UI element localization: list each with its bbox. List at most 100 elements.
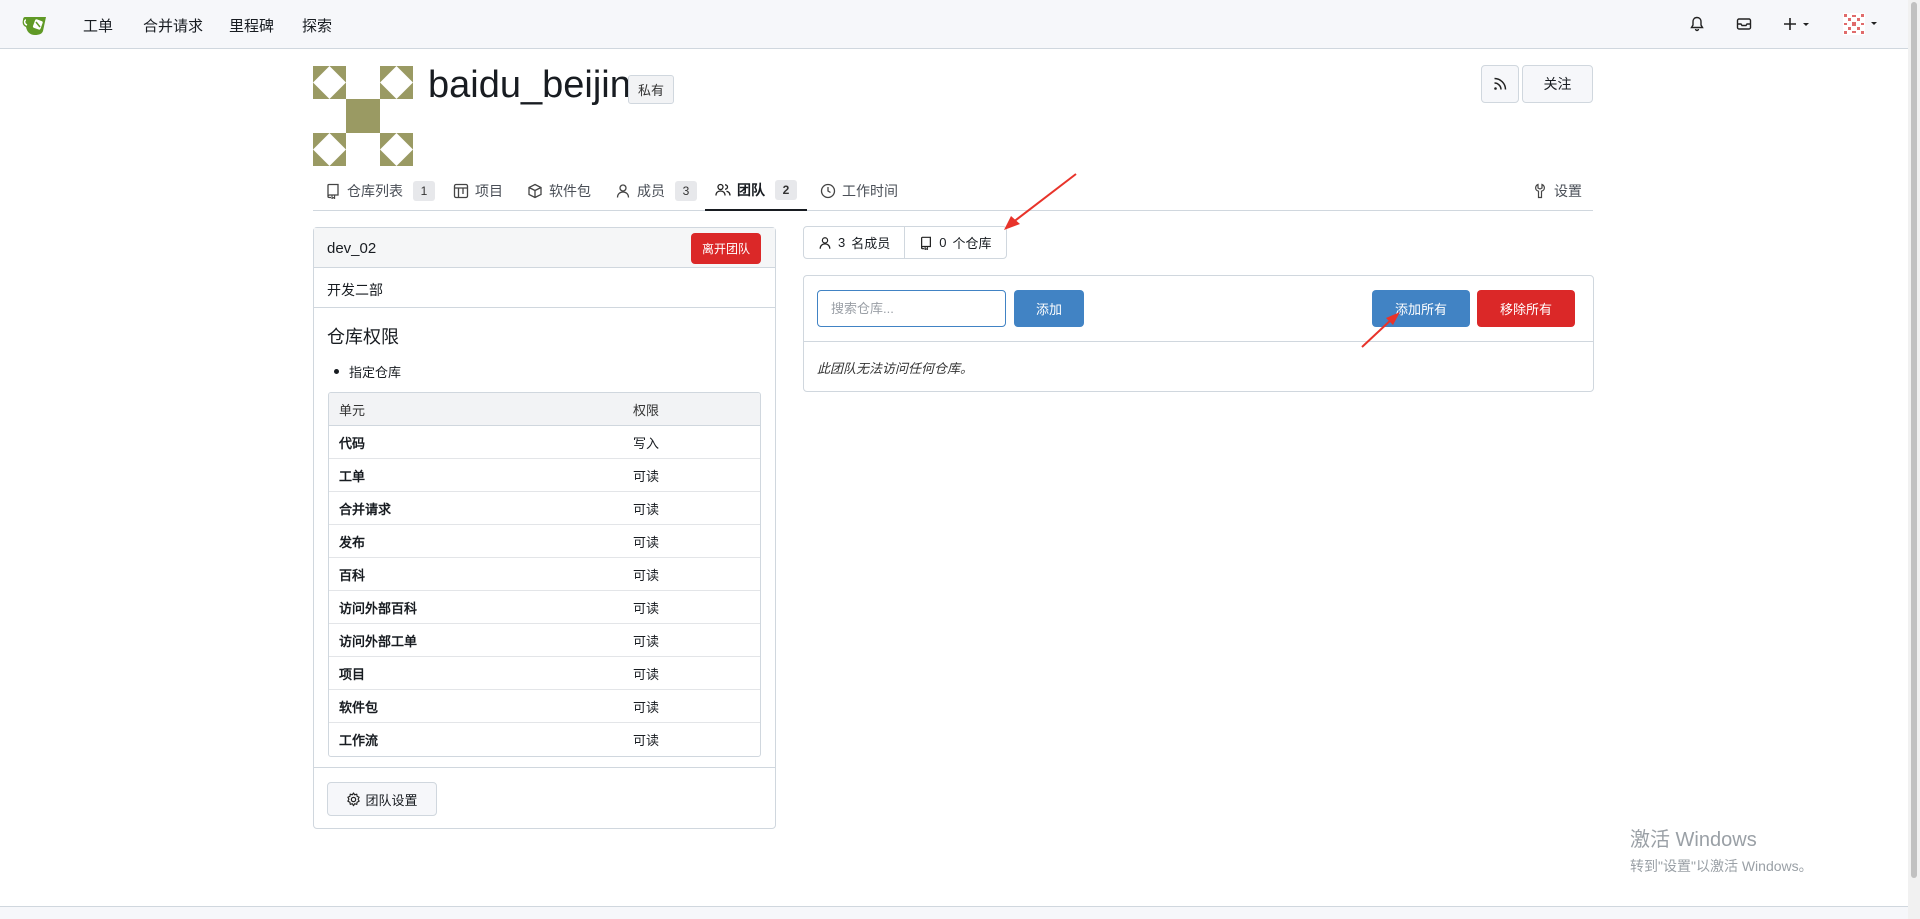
permission-cell: 可读 <box>633 733 660 748</box>
repo-icon <box>327 183 339 199</box>
unit-cell: 代码 <box>329 426 623 459</box>
unit-cell: 访问外部百科 <box>329 591 623 624</box>
private-badge: 私有 <box>628 75 675 104</box>
project-icon <box>453 183 469 199</box>
rss-button[interactable] <box>1481 65 1519 103</box>
table-row: 百科 可读 <box>329 558 760 591</box>
unit-cell: 百科 <box>329 558 623 591</box>
table-header-row: 单元 权限 <box>329 393 760 426</box>
repos-count-item[interactable]: 0 个仓库 <box>904 227 1005 258</box>
tab-worktime[interactable]: 工作时间 <box>820 171 898 211</box>
follow-button[interactable]: 关注 <box>1522 65 1593 103</box>
add-repo-button[interactable]: 添加 <box>1014 290 1084 327</box>
footer-strip <box>0 906 1908 919</box>
permission-cell: 写入 <box>623 426 760 459</box>
table-row: 工单 可读 <box>329 459 760 492</box>
people-icon <box>715 183 731 196</box>
repo-icon <box>921 236 932 250</box>
page-scrollbar[interactable] <box>1908 0 1920 919</box>
search-repo-input[interactable] <box>817 290 1006 327</box>
bell-icon[interactable] <box>1686 13 1708 35</box>
tab-repositories[interactable]: 仓库列表 1 <box>325 171 435 211</box>
unit-cell: 工单 <box>329 459 623 492</box>
team-settings-button[interactable]: 团队设置 <box>327 782 437 816</box>
repos-label: 个仓库 <box>952 236 992 251</box>
tab-label: 工作时间 <box>842 183 898 199</box>
rss-icon <box>1494 77 1507 90</box>
tab-packages[interactable]: 软件包 <box>527 171 591 211</box>
watermark-subtitle: 转到"设置"以激活 Windows。 <box>1630 858 1813 874</box>
leave-team-button[interactable]: 离开团队 <box>691 233 761 264</box>
team-description: 开发二部 <box>314 268 775 308</box>
tab-label: 成员 <box>637 183 665 199</box>
tab-settings[interactable]: 设置 <box>1532 171 1582 211</box>
permission-cell: 可读 <box>623 492 760 525</box>
gitea-logo-icon[interactable] <box>22 11 52 37</box>
nav-pull-requests[interactable]: 合并请求 <box>143 15 203 36</box>
members-count: 3 <box>838 235 846 250</box>
inbox-icon[interactable] <box>1733 13 1755 35</box>
team-header: dev_02 离开团队 <box>314 228 775 268</box>
top-navbar: 工单 合并请求 里程碑 探索 <box>0 0 1908 49</box>
permission-cell: 可读 <box>623 591 760 624</box>
unit-cell: 访问外部工单 <box>329 624 623 657</box>
user-avatar-menu[interactable] <box>1840 13 1882 35</box>
tab-label: 软件包 <box>549 183 591 199</box>
tab-label: 设置 <box>1554 183 1582 199</box>
repos-count: 0 <box>939 235 947 250</box>
tab-teams[interactable]: 团队 2 <box>705 171 807 211</box>
team-settings-label: 团队设置 <box>365 792 418 808</box>
unit-cell: 工作流 <box>339 733 379 748</box>
add-all-repos-button[interactable]: 添加所有 <box>1372 290 1470 327</box>
unit-cell: 软件包 <box>329 690 623 723</box>
nav-milestones[interactable]: 里程碑 <box>229 15 274 36</box>
permission-cell: 可读 <box>623 657 760 690</box>
unit-cell: 项目 <box>329 657 623 690</box>
table-row: 代码 写入 <box>329 426 760 459</box>
tab-members[interactable]: 成员 3 <box>615 171 697 211</box>
members-label: 名成员 <box>851 236 891 251</box>
tool-icon <box>1535 183 1545 199</box>
permission-table: 单元 权限 代码 写入 工单 可读 合并请求 可读 发布 可读 百科 可读 访问外部百科可… <box>328 392 761 757</box>
annotation-overlay <box>1004 173 1400 348</box>
unit-cell: 发布 <box>329 525 623 558</box>
tab-label: 项目 <box>475 183 503 199</box>
members-count-item[interactable]: 3 名成员 <box>804 227 904 258</box>
team-name: dev_02 <box>327 240 377 257</box>
org-name: baidu_beijin <box>428 64 631 106</box>
permission-title: 仓库权限 <box>327 327 399 347</box>
tab-count: 1 <box>413 181 435 201</box>
team-footer: 团队设置 <box>314 767 775 828</box>
permission-cell: 可读 <box>623 624 760 657</box>
team-summary-segment: 3 名成员 0 个仓库 <box>803 226 1007 259</box>
permission-cell: 可读 <box>623 525 760 558</box>
bullet-dot <box>334 369 339 374</box>
table-row: 访问外部工单 可读 <box>329 624 760 657</box>
table-row: 合并请求 可读 <box>329 492 760 525</box>
team-repos-box: 添加 添加所有 移除所有 此团队无法访问任何仓库。 <box>803 275 1594 392</box>
tab-label: 仓库列表 <box>347 183 403 199</box>
nav-explore[interactable]: 探索 <box>302 15 332 36</box>
permission-scope-label: 指定仓库 <box>349 365 402 380</box>
tab-count: 3 <box>675 181 697 201</box>
permission-cell: 可读 <box>623 558 760 591</box>
permission-cell: 可读 <box>623 459 760 492</box>
empty-repos-message: 此团队无法访问任何仓库。 <box>817 361 974 376</box>
gear-icon <box>347 791 361 806</box>
team-card: dev_02 离开团队 开发二部 仓库权限 指定仓库 单元 权限 代码 写入 工单… <box>313 227 776 829</box>
tab-count: 2 <box>775 180 797 200</box>
create-plus-icon[interactable] <box>1782 13 1814 35</box>
remove-all-repos-button[interactable]: 移除所有 <box>1477 290 1575 327</box>
column-header-unit: 单元 <box>329 393 623 426</box>
table-row: 发布 可读 <box>329 525 760 558</box>
unit-cell: 合并请求 <box>329 492 623 525</box>
permission-cell: 可读 <box>623 690 760 723</box>
repo-actions-bar: 添加 添加所有 移除所有 <box>804 276 1593 342</box>
column-header-permission: 权限 <box>623 393 760 426</box>
package-icon <box>528 183 542 199</box>
nav-issues[interactable]: 工单 <box>83 15 113 36</box>
org-avatar <box>313 66 413 166</box>
clock-icon <box>820 183 836 199</box>
watermark-title: 激活 Windows <box>1630 829 1757 851</box>
tab-projects[interactable]: 项目 <box>453 171 503 211</box>
